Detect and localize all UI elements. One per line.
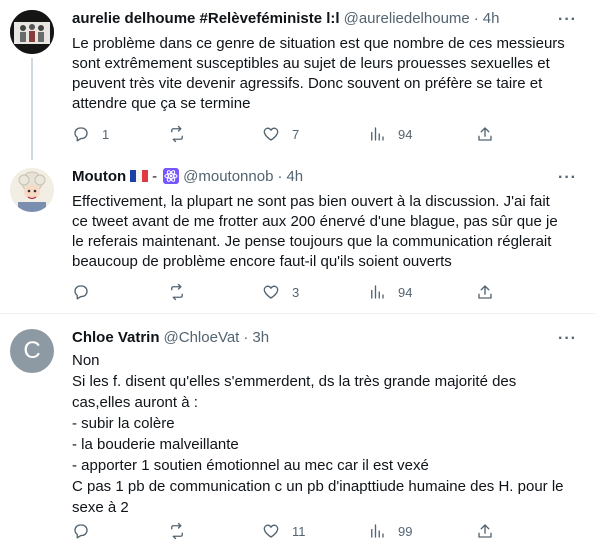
avatar[interactable]	[10, 168, 54, 212]
more-icon[interactable]: ···	[558, 330, 577, 348]
avatar-illustration-icon	[10, 10, 54, 54]
text-line: Non	[72, 352, 100, 369]
timestamp[interactable]: 4h	[483, 10, 500, 27]
retweet-button[interactable]	[168, 125, 198, 143]
atom-icon	[163, 167, 180, 184]
reply-button[interactable]: 1	[72, 125, 109, 143]
like-count: 7	[292, 126, 300, 142]
text-line: ce tweet avant de me frotter aux 200 éne…	[72, 213, 558, 230]
text-line: Le problème dans ce genre de situation e…	[72, 35, 565, 52]
retweet-icon	[171, 522, 183, 540]
reply-button[interactable]	[72, 283, 102, 301]
reply-button[interactable]	[72, 522, 102, 540]
text-line: le referais maintenant. Je pense toujour…	[72, 233, 552, 250]
separator-dot: ·	[473, 10, 479, 27]
like-icon	[263, 127, 279, 141]
timestamp[interactable]: 3h	[252, 329, 269, 346]
retweet-icon	[171, 125, 183, 143]
tweet-actions: 11 99	[72, 522, 502, 542]
tweet-text: Effectivement, la plupart ne sont pas bi…	[72, 192, 572, 272]
views-icon	[371, 285, 384, 299]
text-line: - subir la colère	[72, 415, 175, 432]
share-button[interactable]	[476, 522, 494, 540]
tweet-text: Le problème dans ce genre de situation e…	[72, 34, 572, 114]
text-line: beaucoup de problème encore faut-il qu'i…	[72, 253, 452, 270]
display-name[interactable]: aurelie delhoume #Relèveféministe l:l	[72, 10, 340, 27]
tweet-1[interactable]: aurelie delhoume #Relèveféministe l:l @a…	[0, 0, 595, 160]
user-handle[interactable]: @moutonnob	[183, 168, 273, 185]
share-button[interactable]	[476, 283, 494, 301]
text-line: sexe à 2	[72, 499, 129, 516]
share-button[interactable]	[476, 125, 494, 143]
views-count: 94	[398, 284, 413, 300]
like-button[interactable]: 3	[262, 283, 299, 301]
views-button[interactable]: 99	[368, 522, 412, 540]
tweet-header: aurelie delhoume #Relèveféministe l:l @a…	[72, 10, 499, 27]
user-handle[interactable]: @ChloeVat	[164, 329, 240, 346]
retweet-button[interactable]	[168, 283, 198, 301]
text-line: peuvent très vite devenir agressifs. Don…	[72, 75, 543, 92]
avatar[interactable]: C	[10, 329, 54, 373]
avatar[interactable]	[10, 10, 54, 54]
flag-fr-icon	[130, 169, 149, 182]
sheep-avatar-icon	[10, 168, 54, 212]
text-line: C pas 1 pb de communication c un pb d'in…	[72, 478, 564, 495]
like-count: 11	[292, 523, 306, 539]
views-button[interactable]: 94	[368, 283, 412, 301]
tweet-header: Mouton - @moutonnob · 4h	[72, 167, 303, 185]
user-handle[interactable]: @aureliedelhoume	[344, 10, 470, 27]
text-line: Si les f. disent qu'elles s'emmerdent, d…	[72, 373, 517, 390]
separator-dot: ·	[243, 329, 249, 346]
text-line: cas,elles auront à :	[72, 394, 198, 411]
views-count: 94	[398, 126, 413, 142]
more-icon[interactable]: ···	[558, 169, 577, 187]
share-icon	[478, 285, 492, 299]
timestamp[interactable]: 4h	[286, 168, 303, 185]
reply-count: 1	[102, 126, 110, 142]
views-icon	[371, 524, 384, 538]
tweet-text: Non Si les f. disent qu'elles s'emmerden…	[72, 350, 572, 518]
text-line: - apporter 1 soutien émotionnel au mec c…	[72, 457, 429, 474]
tweet-actions: 3 94	[72, 283, 502, 303]
tweet-header: Chloe Vatrin @ChloeVat · 3h	[72, 329, 269, 346]
separator-dot: ·	[277, 168, 283, 185]
reply-icon	[74, 285, 88, 300]
avatar-letter: C	[23, 337, 41, 364]
display-name[interactable]: Chloe Vatrin	[72, 329, 160, 346]
like-count: 3	[292, 284, 300, 300]
reply-icon	[74, 524, 88, 539]
text-line: - la bouderie malveillante	[72, 436, 239, 453]
views-count: 99	[398, 523, 413, 539]
share-icon	[478, 127, 492, 141]
reply-icon	[74, 127, 88, 142]
tweet-2[interactable]: Mouton - @moutonnob · 4h ··· Effectiveme…	[0, 152, 595, 312]
like-icon	[263, 285, 279, 299]
text-line: attendre que ça se termine	[72, 95, 251, 112]
views-icon	[371, 127, 384, 141]
tweet-3[interactable]: C Chloe Vatrin @ChloeVat · 3h ··· Non Si…	[0, 314, 595, 547]
text-line: sont extrêmement susceptibles au sujet d…	[72, 55, 550, 72]
share-icon	[478, 524, 492, 538]
like-button[interactable]: 11	[262, 522, 306, 540]
retweet-button[interactable]	[168, 522, 198, 540]
like-icon	[263, 524, 279, 538]
name-separator: -	[152, 168, 158, 185]
display-name[interactable]: Mouton	[72, 168, 126, 185]
more-icon[interactable]: ···	[558, 11, 577, 29]
text-line: Effectivement, la plupart ne sont pas bi…	[72, 193, 550, 210]
tweet-actions: 1 7 94	[72, 125, 502, 145]
retweet-icon	[171, 283, 183, 301]
views-button[interactable]: 94	[368, 125, 412, 143]
thread-line	[31, 58, 33, 160]
like-button[interactable]: 7	[262, 125, 299, 143]
